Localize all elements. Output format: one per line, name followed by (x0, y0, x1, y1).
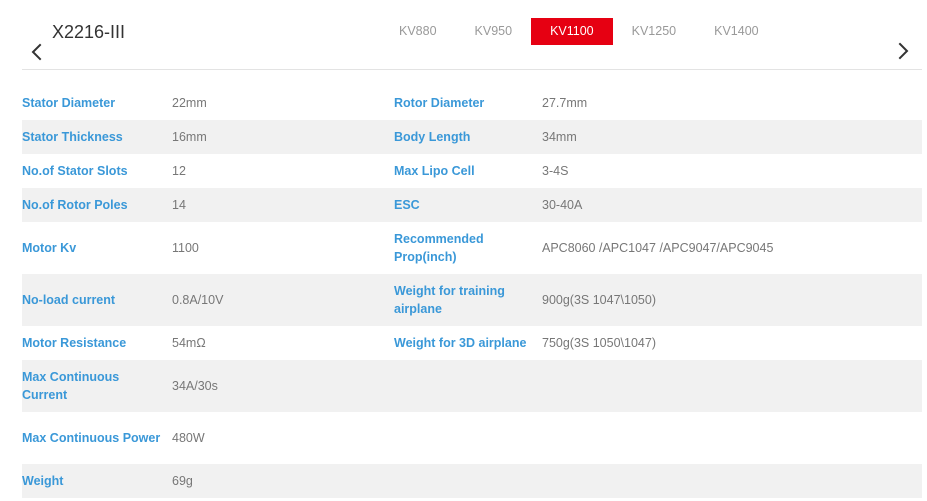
spec-label: Weight for training airplane (394, 284, 505, 316)
spec-value: 480W (172, 431, 205, 445)
spec-value: 34A/30s (172, 379, 218, 393)
table-row: Stator Thickness 16mm Body Length 34mm (22, 120, 922, 154)
spec-value: 12 (172, 164, 186, 178)
spec-label: Motor Kv (22, 241, 77, 255)
spec-label (394, 412, 542, 464)
spec-label: No.of Rotor Poles (22, 198, 128, 212)
chevron-right-icon[interactable] (896, 41, 910, 61)
spec-value: 1100 (172, 241, 199, 255)
spec-label: Weight (22, 474, 64, 488)
spec-label: Body Length (394, 130, 471, 144)
spec-value: 16mm (172, 130, 207, 144)
spec-label: Max Continuous Current (22, 370, 120, 402)
table-row: Motor Resistance 54mΩ Weight for 3D airp… (22, 326, 922, 360)
tab-kv1100[interactable]: KV1100 (531, 18, 613, 45)
spec-value: 3-4S (542, 164, 569, 178)
spec-label: No-load current (22, 293, 116, 307)
spec-label: Stator Diameter (22, 96, 116, 110)
table-row: Motor Kv 1100 Recommended Prop(inch) APC… (22, 222, 922, 274)
table-row: No.of Stator Slots 12 Max Lipo Cell 3-4S (22, 154, 922, 188)
spec-label: Max Lipo Cell (394, 164, 475, 178)
model-title: X2216-III (52, 22, 126, 42)
kv-tabs: KV880 KV950 KV1100 KV1250 KV1400 (380, 18, 778, 45)
spec-label: Motor Resistance (22, 336, 127, 350)
tab-kv1400[interactable]: KV1400 (695, 18, 777, 45)
spec-label: Max Continuous Power (22, 431, 161, 445)
table-row: Stator Diameter 22mm Rotor Diameter 27.7… (22, 86, 922, 120)
spec-label: Stator Thickness (22, 130, 123, 144)
spec-value: 22mm (172, 96, 207, 110)
spec-value: 27.7mm (542, 96, 588, 110)
spec-value: 34mm (542, 130, 577, 144)
spec-value (542, 360, 922, 412)
spec-value: 900g(3S 1047\1050) (542, 293, 656, 307)
tab-kv950[interactable]: KV950 (456, 18, 532, 45)
product-spec-panel: X2216-III KV880 KV950 KV1100 KV1250 KV14… (0, 0, 927, 501)
table-row: No.of Rotor Poles 14 ESC 30-40A (22, 188, 922, 222)
tab-kv1250[interactable]: KV1250 (613, 18, 695, 45)
spec-value (542, 412, 922, 464)
header-divider (22, 69, 922, 70)
chevron-left-icon[interactable] (30, 42, 44, 62)
spec-label: Recommended Prop(inch) (394, 232, 484, 264)
spec-label: No.of Stator Slots (22, 164, 128, 178)
spec-value: APC8060 /APC1047 /APC9047/APC9045 (542, 241, 774, 255)
tab-kv880[interactable]: KV880 (380, 18, 456, 45)
spec-value: 69g (172, 474, 193, 488)
spec-value: 54mΩ (172, 336, 206, 350)
spec-value: 0.8A/10V (172, 293, 224, 307)
spec-label (394, 464, 542, 498)
spec-value: 750g(3S 1050\1047) (542, 336, 656, 350)
spec-label: ESC (394, 198, 420, 212)
spec-value: 14 (172, 198, 186, 212)
spec-value (542, 464, 922, 498)
spec-table: Stator Diameter 22mm Rotor Diameter 27.7… (22, 86, 922, 498)
spec-label (394, 360, 542, 412)
table-row: Max Continuous Power 480W (22, 412, 922, 464)
table-row: Weight 69g (22, 464, 922, 498)
spec-label: Weight for 3D airplane (394, 336, 527, 350)
table-row: No-load current 0.8A/10V Weight for trai… (22, 274, 922, 326)
spec-value: 30-40A (542, 198, 583, 212)
table-row: Max Continuous Current 34A/30s (22, 360, 922, 412)
spec-label: Rotor Diameter (394, 96, 485, 110)
